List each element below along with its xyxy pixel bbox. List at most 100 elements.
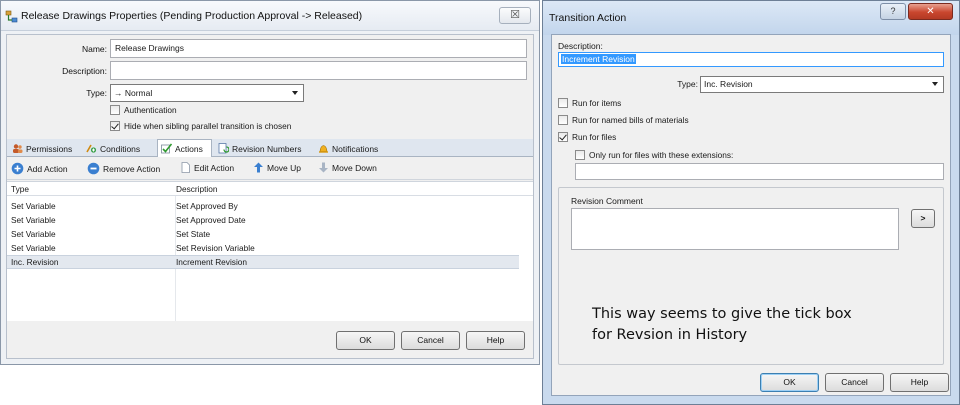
users-icon bbox=[13, 144, 23, 153]
row-type: Set Variable bbox=[11, 243, 56, 253]
tab-strip: Permissions Conditions Actions Revision … bbox=[7, 139, 533, 157]
tab-actions-label: Actions bbox=[175, 143, 203, 154]
dialog-cancel-button[interactable]: Cancel bbox=[825, 373, 884, 392]
revision-comment-label: Revision Comment bbox=[571, 196, 643, 206]
expand-comment-button[interactable]: > bbox=[911, 209, 935, 228]
authentication-checkbox-box bbox=[110, 105, 120, 115]
hide-sibling-label: Hide when sibling parallel transition is… bbox=[124, 121, 292, 131]
table-row-selected[interactable]: Inc. Revision Increment Revision bbox=[7, 255, 519, 269]
add-action-button[interactable]: Add Action bbox=[11, 162, 68, 175]
row-description: Set State bbox=[176, 229, 211, 239]
description-label: Description: bbox=[62, 66, 107, 76]
help-button[interactable]: Help bbox=[466, 331, 525, 350]
run-for-files-label: Run for files bbox=[572, 132, 617, 142]
table-row[interactable]: Set Variable Set Approved By bbox=[7, 199, 519, 213]
run-for-boms-checkbox[interactable]: Run for named bills of materials bbox=[558, 115, 689, 125]
tab-revision-numbers[interactable]: Revision Numbers bbox=[215, 140, 313, 157]
name-field[interactable]: Release Drawings bbox=[110, 39, 527, 58]
properties-content: Name: Release Drawings Description: Type… bbox=[6, 34, 534, 359]
table-row[interactable]: Set Variable Set State bbox=[7, 227, 519, 241]
remove-action-button[interactable]: Remove Action bbox=[87, 162, 160, 175]
tab-actions[interactable]: Actions bbox=[157, 139, 212, 157]
transition-action-content: Description: Increment Revision Type: In… bbox=[551, 34, 951, 396]
cancel-button[interactable]: Cancel bbox=[401, 331, 460, 350]
action-type-dropdown[interactable]: Inc. Revision bbox=[700, 76, 944, 93]
row-description: Increment Revision bbox=[176, 257, 248, 267]
add-icon bbox=[11, 162, 24, 175]
actions-table: Type Description Set Variable Set Approv… bbox=[7, 181, 533, 321]
actions-toolbar: Add Action Remove Action Edit Action Mov… bbox=[7, 158, 533, 180]
only-extensions-label: Only run for files with these extensions… bbox=[589, 150, 734, 160]
tab-notifications[interactable]: Notifications bbox=[315, 140, 390, 157]
tab-revision-numbers-label: Revision Numbers bbox=[232, 143, 302, 154]
authentication-label: Authentication bbox=[124, 105, 177, 115]
run-for-items-checkbox[interactable]: Run for items bbox=[558, 98, 621, 108]
move-down-label: Move Down bbox=[332, 162, 377, 173]
description-label: Description: bbox=[558, 41, 603, 51]
transition-action-dialog: Transition Action ? ✕ Description: Incre… bbox=[542, 0, 960, 405]
transition-action-title: Transition Action bbox=[549, 12, 627, 24]
help-icon[interactable]: ? bbox=[880, 3, 906, 20]
chevron-down-icon bbox=[292, 91, 298, 95]
properties-window: Release Drawings Properties (Pending Pro… bbox=[0, 0, 540, 365]
run-for-boms-label: Run for named bills of materials bbox=[572, 115, 689, 125]
row-type: Set Variable bbox=[11, 215, 56, 225]
extensions-input[interactable] bbox=[575, 163, 944, 180]
revision-comment-input[interactable] bbox=[571, 208, 899, 250]
close-icon[interactable]: ✕ bbox=[908, 3, 953, 20]
tab-permissions-label: Permissions bbox=[26, 143, 73, 154]
revision-icon bbox=[218, 143, 229, 154]
edit-action-label: Edit Action bbox=[194, 162, 235, 173]
name-label: Name: bbox=[81, 44, 107, 54]
column-header-type[interactable]: Type bbox=[11, 184, 29, 194]
run-for-files-checkbox[interactable]: Run for files bbox=[558, 132, 616, 142]
tab-conditions-label: Conditions bbox=[100, 143, 141, 154]
move-down-button[interactable]: Move Down bbox=[318, 162, 377, 173]
table-header: Type Description bbox=[7, 182, 533, 196]
workflow-icon bbox=[5, 10, 18, 23]
move-up-label: Move Up bbox=[267, 162, 302, 173]
revision-settings-panel: Revision Comment > This way seems to giv… bbox=[558, 187, 944, 365]
conditions-icon bbox=[86, 144, 97, 153]
ok-button[interactable]: OK bbox=[336, 331, 395, 350]
row-description: Set Approved By bbox=[176, 201, 238, 211]
edit-icon bbox=[181, 162, 190, 173]
type-dropdown[interactable]: → Normal bbox=[110, 84, 304, 102]
column-header-description[interactable]: Description bbox=[176, 184, 218, 194]
row-description: Set Approved Date bbox=[176, 215, 246, 225]
run-for-items-label: Run for items bbox=[572, 98, 622, 108]
annotation-note: This way seems to give the tick box for … bbox=[592, 304, 852, 346]
row-description: Set Revision Variable bbox=[176, 243, 255, 253]
transition-action-titlebar[interactable]: Transition Action ? ✕ bbox=[543, 1, 959, 35]
dialog-ok-button[interactable]: OK bbox=[760, 373, 819, 392]
hide-sibling-checkbox-box bbox=[110, 121, 120, 131]
properties-close-button[interactable]: ☒ bbox=[499, 7, 531, 24]
type-dropdown-value: → Normal bbox=[114, 88, 153, 98]
annotation-line-1: This way seems to give the tick box bbox=[592, 306, 852, 322]
type-label: Type: bbox=[677, 79, 698, 89]
row-type: Set Variable bbox=[11, 201, 56, 211]
dialog-help-button[interactable]: Help bbox=[890, 373, 949, 392]
authentication-checkbox[interactable]: Authentication bbox=[110, 105, 177, 115]
remove-icon bbox=[87, 162, 100, 175]
only-extensions-checkbox[interactable]: Only run for files with these extensions… bbox=[575, 150, 733, 160]
add-action-label: Add Action bbox=[27, 163, 68, 174]
run-for-boms-box bbox=[558, 115, 568, 125]
description-input[interactable]: Increment Revision bbox=[558, 52, 944, 67]
check-icon bbox=[161, 143, 172, 154]
action-type-value: Inc. Revision bbox=[704, 79, 753, 89]
remove-action-label: Remove Action bbox=[103, 163, 161, 174]
table-row[interactable]: Set Variable Set Approved Date bbox=[7, 213, 519, 227]
tab-conditions[interactable]: Conditions bbox=[83, 140, 155, 157]
edit-action-button[interactable]: Edit Action bbox=[180, 162, 234, 173]
table-row[interactable]: Set Variable Set Revision Variable bbox=[7, 241, 519, 255]
properties-title: Release Drawings Properties (Pending Pro… bbox=[21, 10, 363, 22]
run-for-files-box bbox=[558, 132, 568, 142]
only-extensions-box bbox=[575, 150, 585, 160]
hide-sibling-checkbox[interactable]: Hide when sibling parallel transition is… bbox=[110, 121, 291, 131]
properties-titlebar[interactable]: Release Drawings Properties (Pending Pro… bbox=[1, 1, 539, 31]
tab-permissions[interactable]: Permissions bbox=[9, 140, 81, 157]
tab-notifications-label: Notifications bbox=[332, 143, 379, 154]
move-up-button[interactable]: Move Up bbox=[253, 162, 301, 173]
description-field[interactable] bbox=[110, 61, 527, 80]
